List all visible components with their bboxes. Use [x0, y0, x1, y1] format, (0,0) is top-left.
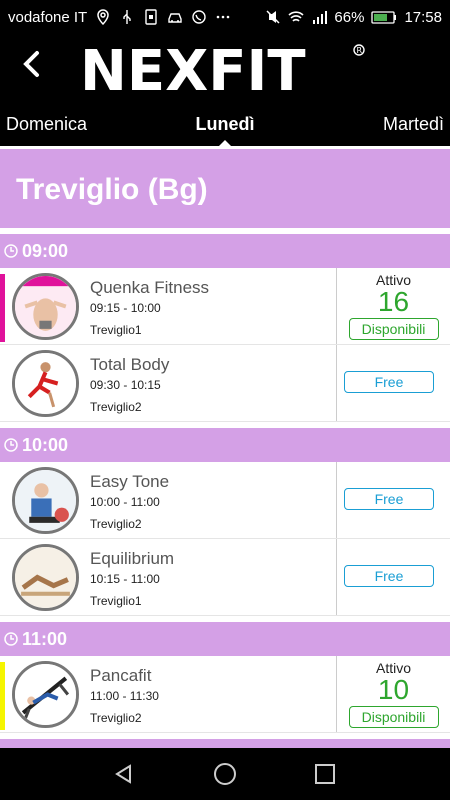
home-icon	[214, 763, 236, 785]
free-button[interactable]: Free	[344, 488, 434, 510]
class-time: 09:30 - 10:15	[90, 378, 161, 392]
day-tabs: Domenica Lunedì Martedì	[0, 104, 450, 146]
car-icon	[167, 9, 183, 25]
back-button[interactable]	[14, 48, 50, 84]
status-column: Attivo 10 Disponibili	[336, 656, 450, 732]
status-column: Free	[336, 345, 450, 421]
status-column: Free	[336, 462, 450, 538]
battery-icon	[371, 9, 397, 25]
clock-icon	[4, 632, 18, 646]
tab-next-day[interactable]: Martedì	[383, 114, 444, 135]
nexfit-logo: NEXFIT R	[80, 39, 370, 104]
class-location: Treviglio2	[90, 517, 142, 531]
whatsapp-icon	[191, 9, 207, 25]
class-row[interactable]: Quenka Fitness 09:15 - 10:00 Treviglio1 …	[0, 268, 450, 345]
signal-icon	[311, 9, 328, 25]
disponibili-button[interactable]: Disponibili	[348, 318, 439, 340]
class-location: Treviglio1	[90, 323, 142, 337]
available-count: 10	[377, 674, 410, 705]
time-header-partial	[0, 739, 450, 748]
class-name: Equilibrium	[90, 549, 175, 568]
class-row[interactable]: Equilibrium 10:15 - 11:00 Treviglio1 Fre…	[0, 539, 450, 616]
free-button[interactable]: Free	[344, 565, 434, 587]
class-avatar	[12, 273, 79, 340]
accent-bar	[0, 274, 5, 342]
class-name: Total Body	[90, 355, 170, 374]
class-time: 10:15 - 11:00	[90, 572, 160, 586]
time-header: 09:00	[0, 234, 450, 268]
class-row[interactable]: Total Body 09:30 - 10:15 Treviglio2 Free	[0, 345, 450, 422]
status-column: Free	[336, 539, 450, 615]
location-icon	[95, 9, 111, 25]
schedule-list[interactable]: Treviglio (Bg) 09:00 Quenka Fitness 09:1…	[0, 146, 450, 748]
chevron-left-icon	[21, 50, 43, 83]
mute-icon	[265, 9, 281, 25]
carrier-label: vodafone IT	[8, 8, 88, 26]
class-avatar	[12, 467, 79, 534]
class-time: 11:00 - 11:30	[90, 689, 159, 703]
clock-time: 17:58	[404, 8, 442, 26]
class-name: Easy Tone	[90, 472, 170, 491]
tab-current-day[interactable]: Lunedì	[196, 114, 255, 135]
status-bar: vodafone IT 66% 17:58	[0, 0, 450, 34]
class-location: Treviglio1	[90, 594, 142, 608]
class-row[interactable]: Easy Tone 10:00 - 11:00 Treviglio2 Free	[0, 462, 450, 539]
clock-icon	[4, 244, 18, 258]
battery-percent: 66%	[334, 8, 365, 26]
svg-text:R: R	[357, 46, 363, 55]
disponibili-button[interactable]: Disponibili	[348, 706, 439, 728]
class-avatar	[12, 661, 79, 728]
class-location: Treviglio2	[90, 400, 142, 414]
time-header: 10:00	[0, 428, 450, 462]
time-header-label: 09:00	[22, 240, 69, 261]
class-avatar	[12, 544, 79, 611]
time-header-label: 10:00	[22, 434, 69, 455]
usb-icon	[119, 9, 135, 25]
status-column: Attivo 16 Disponibili	[336, 268, 450, 344]
class-row[interactable]: Pancafit 11:00 - 11:30 Treviglio2 Attivo…	[0, 656, 450, 733]
nav-home-button[interactable]	[213, 762, 237, 786]
nav-back-button[interactable]	[112, 762, 136, 786]
class-name: Pancafit	[90, 666, 152, 685]
clock-icon	[4, 438, 18, 452]
free-button[interactable]: Free	[344, 371, 434, 393]
nav-recents-button[interactable]	[313, 762, 337, 786]
back-icon	[115, 764, 131, 784]
time-header-label: 11:00	[22, 628, 68, 649]
more-icon	[215, 9, 231, 25]
app-header: NEXFIT R	[0, 34, 450, 104]
tab-prev-day[interactable]: Domenica	[6, 114, 87, 135]
class-time: 10:00 - 11:00	[90, 495, 160, 509]
sim-icon	[143, 9, 159, 25]
wifi-icon	[288, 9, 304, 25]
location-title: Treviglio (Bg)	[0, 146, 450, 228]
recents-icon	[315, 764, 335, 784]
accent-bar	[0, 662, 5, 730]
class-name: Quenka Fitness	[90, 278, 210, 297]
time-header: 11:00	[0, 622, 450, 656]
logo-text: NEXFIT	[80, 40, 306, 98]
system-nav-bar	[0, 748, 450, 800]
available-count: 16	[377, 286, 410, 317]
class-location: Treviglio2	[90, 711, 142, 725]
class-avatar	[12, 350, 79, 417]
class-time: 09:15 - 10:00	[90, 301, 161, 315]
